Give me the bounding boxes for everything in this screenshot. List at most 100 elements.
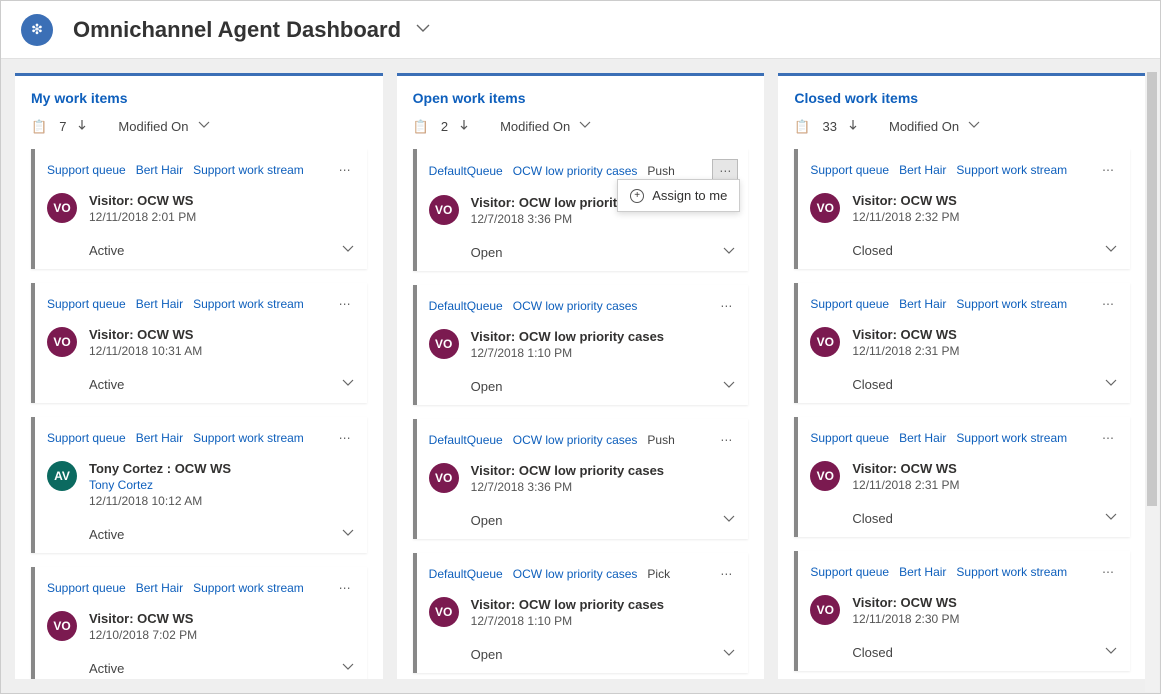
- card-tag-link[interactable]: Bert Hair: [899, 163, 946, 177]
- cards-container: Support queue Bert Hair Support work strea…: [15, 149, 383, 679]
- avatar: VO: [810, 595, 840, 625]
- avatar: VO: [429, 597, 459, 627]
- more-actions-icon[interactable]: ⋯: [333, 577, 357, 599]
- more-actions-icon[interactable]: ⋯: [714, 429, 738, 451]
- work-item-card[interactable]: Support queue Bert Hair Support work strea…: [794, 417, 1130, 537]
- work-item-card[interactable]: DefaultQueueOCW low priority casesPush⋯V…: [413, 419, 749, 539]
- card-tag-link[interactable]: OCW low priority cases: [513, 164, 638, 178]
- sort-field-label[interactable]: Modified On: [118, 119, 188, 134]
- card-subtitle-link[interactable]: Tony Cortez: [89, 478, 231, 492]
- sort-field-label[interactable]: Modified On: [500, 119, 570, 134]
- sort-field-label[interactable]: Modified On: [889, 119, 959, 134]
- expand-icon[interactable]: [722, 244, 736, 261]
- chevron-down-icon[interactable]: [967, 118, 981, 135]
- sort-direction-icon[interactable]: [847, 119, 859, 134]
- card-tag-link[interactable]: Support work stream: [956, 163, 1067, 177]
- more-actions-icon[interactable]: ⋯: [1096, 293, 1120, 315]
- work-item-card[interactable]: Support queue Bert Hair Support work strea…: [31, 417, 367, 553]
- avatar: VO: [47, 327, 77, 357]
- expand-icon[interactable]: [722, 646, 736, 663]
- expand-icon[interactable]: [341, 376, 355, 393]
- card-tag-link[interactable]: Bert Hair: [899, 297, 946, 311]
- card-tag-link[interactable]: Support queue: [47, 431, 126, 445]
- card-tag-link[interactable]: Bert Hair: [899, 431, 946, 445]
- expand-icon[interactable]: [1104, 376, 1118, 393]
- work-item-card[interactable]: DefaultQueueOCW low priority casesPick⋯V…: [413, 553, 749, 673]
- work-item-card[interactable]: Support queue Bert Hair Support work strea…: [794, 283, 1130, 403]
- expand-icon[interactable]: [1104, 510, 1118, 527]
- card-tag-link[interactable]: Support queue: [47, 581, 126, 595]
- chevron-down-icon[interactable]: [578, 118, 592, 135]
- page-title: Omnichannel Agent Dashboard: [73, 17, 401, 43]
- card-tag-link[interactable]: Support queue: [47, 297, 126, 311]
- avatar: VO: [810, 193, 840, 223]
- card-tag-link[interactable]: DefaultQueue: [429, 164, 503, 178]
- assign-to-me-popup[interactable]: +Assign to me: [617, 179, 740, 212]
- card-tag-link[interactable]: OCW low priority cases: [513, 567, 638, 581]
- card-tag-link[interactable]: Support queue: [810, 163, 889, 177]
- card-tag-link[interactable]: Support work stream: [956, 565, 1067, 579]
- scrollbar-thumb[interactable]: [1147, 72, 1157, 506]
- vertical-scrollbar[interactable]: [1145, 72, 1159, 692]
- work-item-card[interactable]: DefaultQueueOCW low priority cases⋯VOVis…: [413, 285, 749, 405]
- work-item-card[interactable]: Support queue Bert Hair Support work strea…: [794, 149, 1130, 269]
- more-actions-icon[interactable]: ⋯: [1096, 159, 1120, 181]
- card-tag-link[interactable]: Bert Hair: [136, 431, 183, 445]
- card-tag-link[interactable]: Bert Hair: [136, 297, 183, 311]
- more-actions-icon[interactable]: ⋯: [333, 293, 357, 315]
- more-actions-icon[interactable]: ⋯: [333, 159, 357, 181]
- sort-direction-icon[interactable]: [458, 119, 470, 134]
- card-tag-link[interactable]: Support work stream: [193, 431, 304, 445]
- card-tag-link[interactable]: Support work stream: [956, 431, 1067, 445]
- expand-icon[interactable]: [722, 378, 736, 395]
- more-actions-icon[interactable]: ⋯: [333, 427, 357, 449]
- card-tag-link[interactable]: Bert Hair: [899, 565, 946, 579]
- card-tags-row: Support queue Bert Hair Support work strea…: [35, 417, 367, 457]
- card-tag-link[interactable]: DefaultQueue: [429, 567, 503, 581]
- card-tag-link[interactable]: Support queue: [810, 297, 889, 311]
- expand-icon[interactable]: [722, 512, 736, 529]
- expand-icon[interactable]: [1104, 242, 1118, 259]
- card-tag-link[interactable]: DefaultQueue: [429, 433, 503, 447]
- work-item-card[interactable]: Support queue Bert Hair Support work strea…: [31, 149, 367, 269]
- card-tags-row: Support queue Bert Hair Support work strea…: [798, 417, 1130, 457]
- more-actions-icon[interactable]: ⋯: [1096, 561, 1120, 583]
- clipboard-icon: [413, 119, 429, 135]
- card-status: Active: [89, 243, 124, 258]
- clipboard-icon: [31, 119, 47, 135]
- card-tag-link[interactable]: Support work stream: [193, 297, 304, 311]
- column-title: My work items: [31, 90, 367, 106]
- card-tag-link[interactable]: Support queue: [810, 565, 889, 579]
- card-tag-link[interactable]: Support work stream: [193, 581, 304, 595]
- work-item-card[interactable]: DefaultQueueOCW low priority casesPush⋯+…: [413, 149, 749, 271]
- more-actions-icon[interactable]: ⋯: [1096, 427, 1120, 449]
- card-title: Visitor: OCW WS: [89, 611, 197, 626]
- card-tag-link[interactable]: Support work stream: [193, 163, 304, 177]
- expand-icon[interactable]: [341, 242, 355, 259]
- card-tags-row: Support queue Bert Hair Support work strea…: [35, 567, 367, 607]
- expand-icon[interactable]: [341, 660, 355, 677]
- expand-icon[interactable]: [341, 526, 355, 543]
- work-item-card[interactable]: Support queue Bert Hair Support work strea…: [31, 283, 367, 403]
- work-item-card[interactable]: Support queue Bert Hair Support work strea…: [31, 567, 367, 679]
- card-tag-link[interactable]: Bert Hair: [136, 581, 183, 595]
- card-tag-link[interactable]: OCW low priority cases: [513, 433, 638, 447]
- more-actions-icon[interactable]: ⋯: [714, 563, 738, 585]
- card-footer: Open: [417, 504, 749, 539]
- card-tag-link[interactable]: Support queue: [47, 163, 126, 177]
- title-dropdown-icon[interactable]: [415, 20, 431, 39]
- card-tag-link[interactable]: Support queue: [810, 431, 889, 445]
- column-controls: 33 Modified On: [794, 118, 1130, 135]
- card-footer: Open: [417, 236, 749, 271]
- chevron-down-icon[interactable]: [197, 118, 211, 135]
- card-tag-link[interactable]: Support work stream: [956, 297, 1067, 311]
- column-title: Open work items: [413, 90, 749, 106]
- expand-icon[interactable]: [1104, 644, 1118, 661]
- dashboard-board: My work items 7 Modified On Support queu…: [1, 59, 1160, 693]
- card-tag-link[interactable]: OCW low priority cases: [513, 299, 638, 313]
- card-tag-link[interactable]: Bert Hair: [136, 163, 183, 177]
- sort-direction-icon[interactable]: [76, 119, 88, 134]
- more-actions-icon[interactable]: ⋯: [714, 295, 738, 317]
- work-item-card[interactable]: Support queue Bert Hair Support work strea…: [794, 551, 1130, 671]
- card-tag-link[interactable]: DefaultQueue: [429, 299, 503, 313]
